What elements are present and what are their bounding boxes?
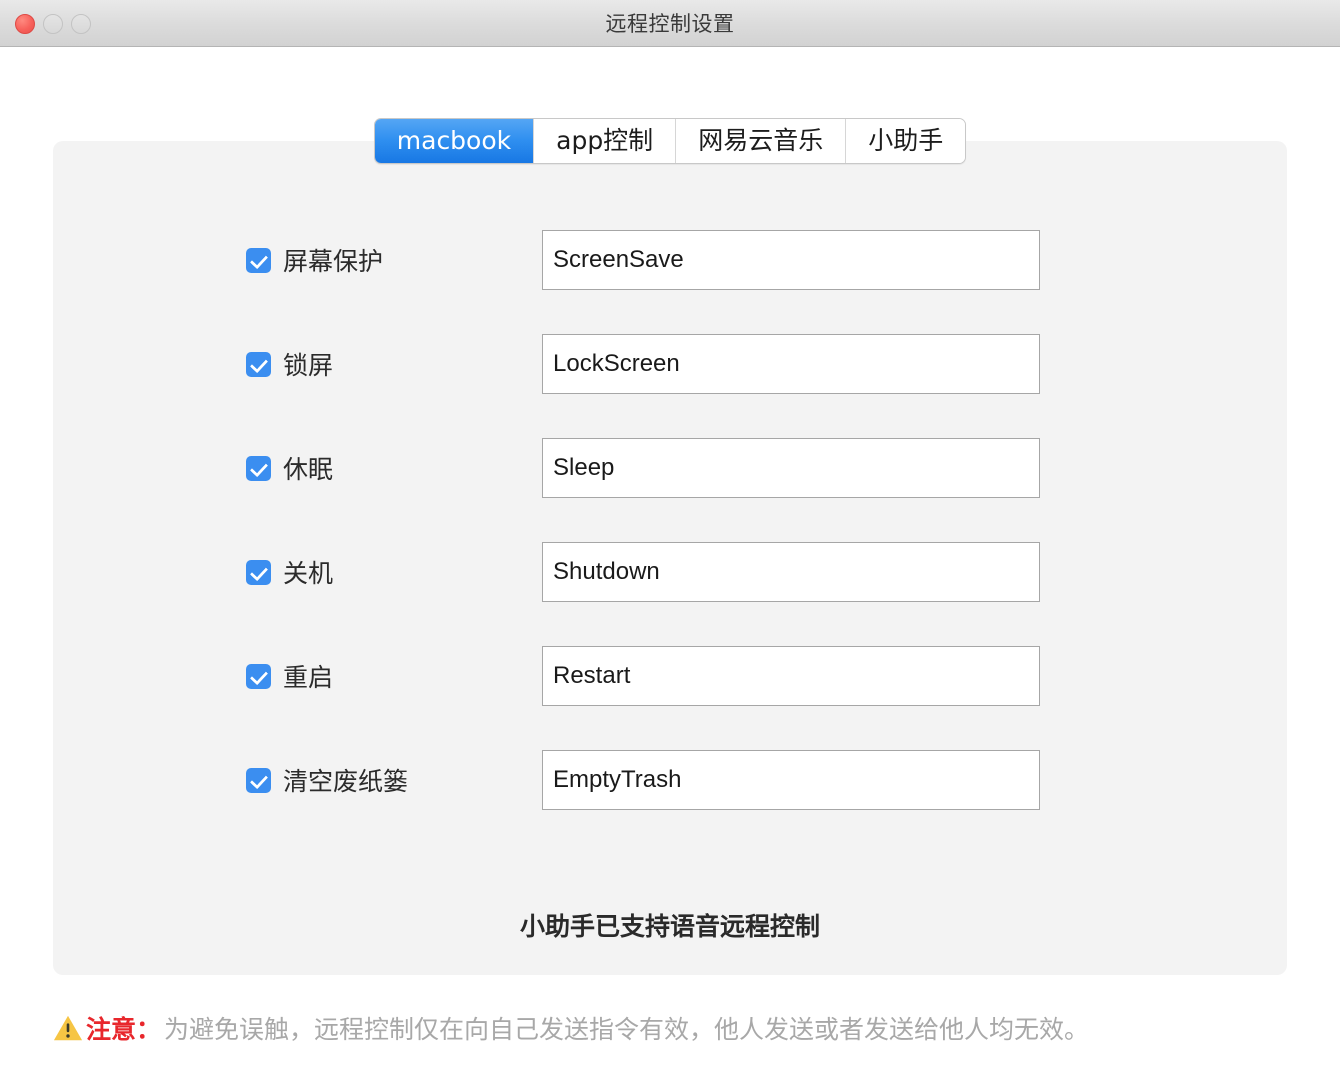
setting-row-lockscreen: 锁屏 LockScreen <box>53 333 1287 395</box>
label-screensave: 屏幕保护 <box>283 242 383 278</box>
checkbox-group-shutdown[interactable]: 关机 <box>246 554 333 590</box>
checkbox-emptytrash[interactable] <box>246 768 271 793</box>
input-shutdown[interactable]: Shutdown <box>542 542 1040 602</box>
setting-row-emptytrash: 清空废纸篓 EmptyTrash <box>53 749 1287 811</box>
tab-assistant[interactable]: 小助手 <box>846 119 965 163</box>
input-emptytrash[interactable]: EmptyTrash <box>542 750 1040 810</box>
input-screensave-value: ScreenSave <box>543 246 684 274</box>
checkbox-screensave[interactable] <box>246 248 271 273</box>
input-restart-value: Restart <box>543 662 630 690</box>
checkbox-group-sleep[interactable]: 休眠 <box>246 450 333 486</box>
warning-label: 注意： <box>86 1010 161 1046</box>
input-sleep[interactable]: Sleep <box>542 438 1040 498</box>
warning-message: 为避免误触，远程控制仅在向自己发送指令有效，他人发送或者发送给他人均无效。 <box>164 1010 1089 1046</box>
setting-row-restart: 重启 Restart <box>53 645 1287 707</box>
label-shutdown: 关机 <box>283 554 333 590</box>
checkbox-group-restart[interactable]: 重启 <box>246 658 333 694</box>
maximize-button[interactable] <box>71 14 91 34</box>
warning-triangle-icon <box>53 1013 83 1043</box>
setting-row-shutdown: 关机 Shutdown <box>53 541 1287 603</box>
checkbox-group-lockscreen[interactable]: 锁屏 <box>246 346 333 382</box>
window-title: 远程控制设置 <box>0 8 1340 38</box>
window-titlebar: 远程控制设置 <box>0 0 1340 47</box>
minimize-button[interactable] <box>43 14 63 34</box>
tab-macbook[interactable]: macbook <box>375 119 534 163</box>
checkbox-restart[interactable] <box>246 664 271 689</box>
input-lockscreen-value: LockScreen <box>543 350 680 378</box>
setting-row-screensave: 屏幕保护 ScreenSave <box>53 229 1287 291</box>
settings-panel: 屏幕保护 ScreenSave 锁屏 LockScreen 休眠 <box>53 141 1287 975</box>
label-emptytrash: 清空废纸篓 <box>283 762 408 798</box>
checkbox-group-emptytrash[interactable]: 清空废纸篓 <box>246 762 408 798</box>
label-lockscreen: 锁屏 <box>283 346 333 382</box>
input-screensave[interactable]: ScreenSave <box>542 230 1040 290</box>
tabbar-container: macbook app控制 网易云音乐 小助手 <box>0 118 1340 164</box>
window-controls <box>15 0 91 47</box>
close-button[interactable] <box>15 14 35 34</box>
setting-row-sleep: 休眠 Sleep <box>53 437 1287 499</box>
footer-warning: 注意： 为避免误触，远程控制仅在向自己发送指令有效，他人发送或者发送给他人均无效… <box>53 1010 1293 1046</box>
tab-app-control[interactable]: app控制 <box>534 119 676 163</box>
checkbox-sleep[interactable] <box>246 456 271 481</box>
panel-note: 小助手已支持语音远程控制 <box>53 907 1287 943</box>
input-shutdown-value: Shutdown <box>543 558 660 586</box>
tabbar: macbook app控制 网易云音乐 小助手 <box>374 118 966 164</box>
tab-netease-music[interactable]: 网易云音乐 <box>676 119 846 163</box>
input-restart[interactable]: Restart <box>542 646 1040 706</box>
input-emptytrash-value: EmptyTrash <box>543 766 681 794</box>
checkbox-lockscreen[interactable] <box>246 352 271 377</box>
input-lockscreen[interactable]: LockScreen <box>542 334 1040 394</box>
settings-window: 远程控制设置 macbook app控制 网易云音乐 小助手 屏幕保护 Scre… <box>0 0 1340 1084</box>
label-restart: 重启 <box>283 658 333 694</box>
label-sleep: 休眠 <box>283 450 333 486</box>
checkbox-group-screensave[interactable]: 屏幕保护 <box>246 242 383 278</box>
input-sleep-value: Sleep <box>543 454 614 482</box>
checkbox-shutdown[interactable] <box>246 560 271 585</box>
